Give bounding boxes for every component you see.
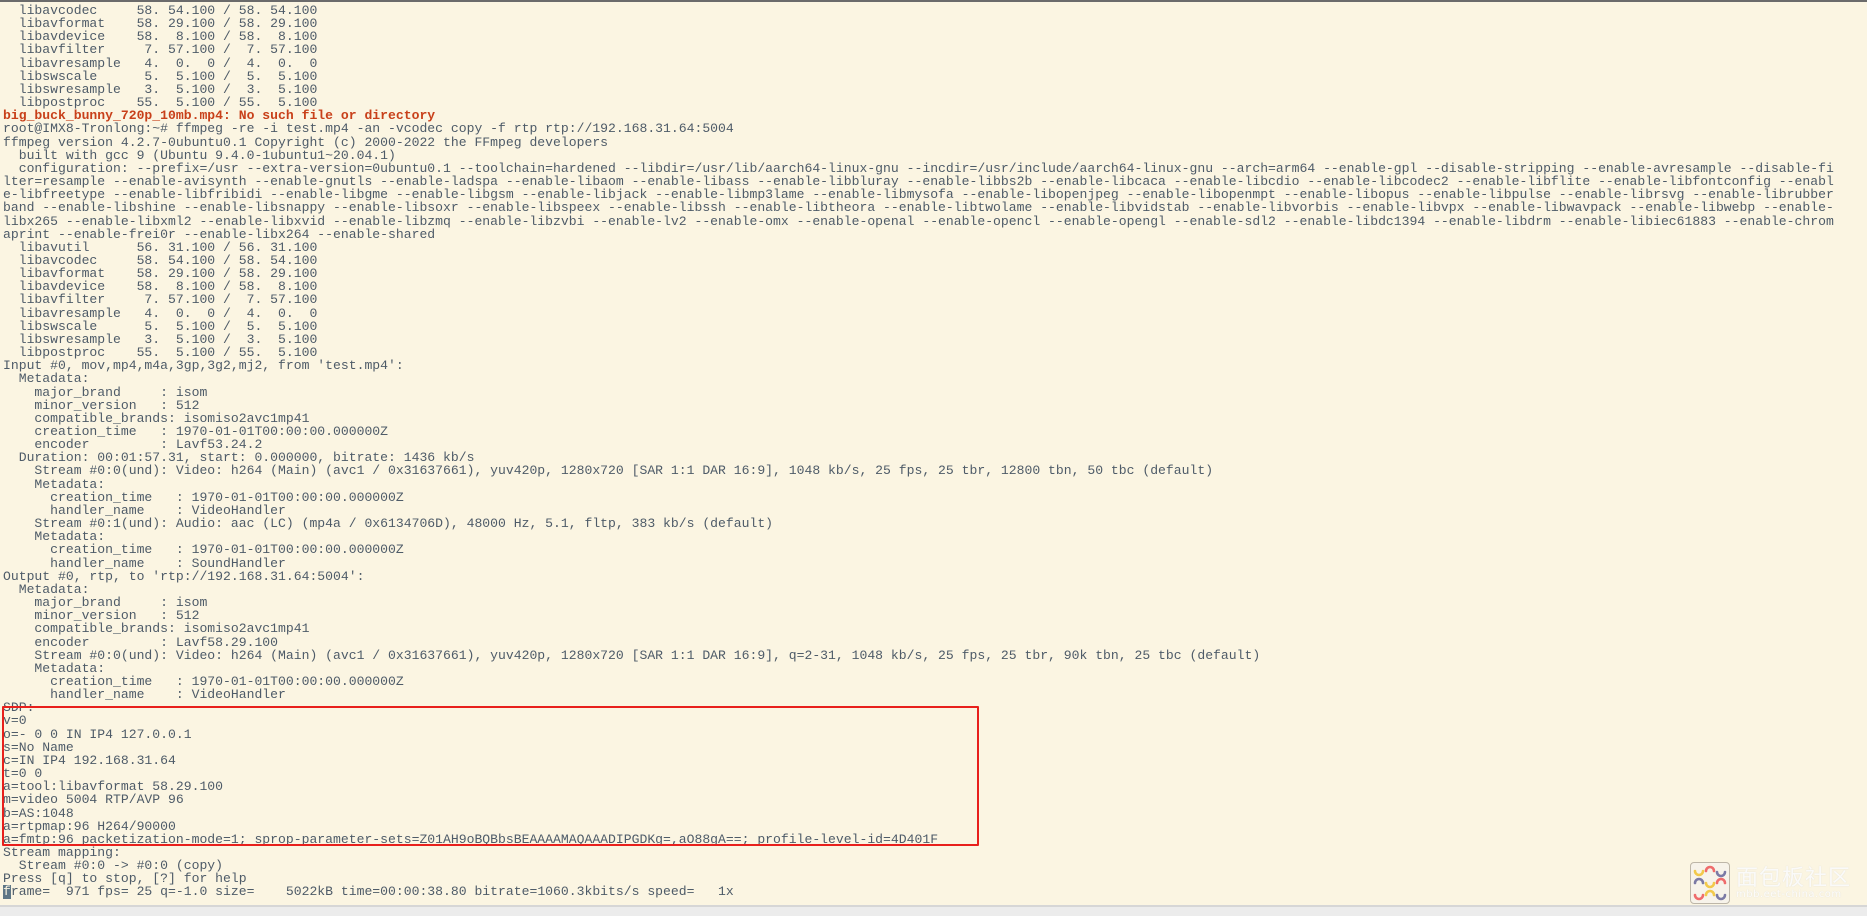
terminal-line: compatible_brands: isomiso2avc1mp41 [3, 411, 310, 425]
terminal-line: minor_version : 512 [3, 398, 200, 412]
terminal-line: libswresample 3. 5.100 / 3. 5.100 [3, 82, 318, 97]
terminal-line: configuration: --prefix=/usr --extra-ver… [3, 161, 1834, 176]
terminal-line: creation_time : 1970-01-01T00:00:00.0000… [3, 490, 404, 504]
terminal-line: libavformat 58. 29.100 / 58. 29.100 [3, 17, 318, 31]
terminal-line: compatible_brands: isomiso2avc1mp41 [3, 622, 310, 636]
terminal-line: major_brand : isom [3, 385, 208, 399]
terminal-line: Metadata: [3, 477, 106, 491]
terminal-line: handler_name : SoundHandler [3, 556, 286, 570]
terminal-line: aprint --enable-frei0r --enable-libx264 … [3, 227, 436, 241]
terminal-cursor: f [3, 885, 11, 899]
watermark-url: mbb.eet-china.com [1736, 889, 1842, 900]
terminal-line: libavdevice 58. 8.100 / 58. 8.100 [3, 30, 318, 44]
terminal-line: Stream #0:1(und): Audio: aac (LC) (mp4a … [3, 517, 774, 531]
error-line: big_buck_bunny_720p_10mb.mp4: No such fi… [3, 109, 436, 123]
terminal-line: Metadata: [3, 661, 106, 675]
terminal-line: creation_time : 1970-01-01T00:00:00.0000… [3, 543, 404, 557]
terminal-line: lter=resample --enable-avisynth --enable… [3, 175, 1834, 189]
terminal-line: encoder : Lavf58.29.100 [3, 635, 279, 649]
terminal-line: built with gcc 9 (Ubuntu 9.4.0-1ubuntu1~… [3, 148, 396, 162]
terminal-line: e-libfreetype --enable-libfribidi --enab… [3, 188, 1834, 202]
terminal-line: Press [q] to stop, [?] for help [3, 872, 247, 886]
terminal-line: handler_name : VideoHandler [3, 688, 286, 702]
terminal-line: libavdevice 58. 8.100 / 58. 8.100 [3, 280, 318, 294]
terminal-line: Output #0, rtp, to 'rtp://192.168.31.64:… [3, 569, 365, 583]
terminal-line: Metadata: [3, 372, 90, 386]
terminal-line: encoder : Lavf53.24.2 [3, 438, 263, 452]
terminal-line: major_brand : isom [3, 596, 208, 610]
terminal-line: creation_time : 1970-01-01T00:00:00.0000… [3, 674, 404, 689]
terminal-line: Stream #0:0(und): Video: h264 (Main) (av… [3, 464, 1214, 478]
terminal-line: libavformat 58. 29.100 / 58. 29.100 [3, 267, 318, 281]
window-bottom-border [0, 905, 1867, 916]
terminal-line: Metadata: [3, 530, 106, 544]
terminal-line: libswscale 5. 5.100 / 5. 5.100 [3, 319, 318, 333]
sdp-highlight-box [2, 706, 979, 846]
watermark-logo-icon [1690, 862, 1730, 904]
terminal-line: minor_version : 512 [3, 609, 200, 623]
terminal-line: Stream #0:0(und): Video: h264 (Main) (av… [3, 648, 1261, 662]
terminal-line: Duration: 00:01:57.31, start: 0.000000, … [3, 451, 475, 465]
terminal-line: root@IMX8-Tronlong:~# ffmpeg -re -i test… [3, 122, 734, 136]
terminal-line: libavcodec 58. 54.100 / 58. 54.100 [3, 253, 318, 268]
terminal-line: Stream mapping: [3, 846, 121, 860]
window-top-border [0, 0, 1867, 2]
terminal-line: creation_time : 1970-01-01T00:00:00.0000… [3, 425, 389, 439]
terminal-line: libswresample 3. 5.100 / 3. 5.100 [3, 332, 318, 347]
watermark-title: 面包板社区 [1736, 866, 1852, 891]
terminal-line: ffmpeg version 4.2.7-0ubuntu0.1 Copyrigh… [3, 135, 609, 149]
terminal-line: handler_name : VideoHandler [3, 503, 286, 518]
terminal-line: libavfilter 7. 57.100 / 7. 57.100 [3, 43, 318, 57]
terminal-line: Stream #0:0 -> #0:0 (copy) [3, 859, 224, 873]
terminal-line: libavfilter 7. 57.100 / 7. 57.100 [3, 293, 318, 307]
watermark: 面包板社区 mbb.eet-china.com [1690, 862, 1865, 904]
terminal-line: libswscale 5. 5.100 / 5. 5.100 [3, 69, 318, 83]
terminal-line: libavcodec 58. 54.100 / 58. 54.100 [3, 4, 318, 18]
terminal-line: libavresample 4. 0. 0 / 4. 0. 0 [3, 56, 318, 70]
terminal-line: libx265 --enable-libxml2 --enable-libxvi… [3, 214, 1834, 228]
terminal-line: libavresample 4. 0. 0 / 4. 0. 0 [3, 306, 318, 320]
terminal-line: Metadata: [3, 582, 90, 597]
terminal-line: libavutil 56. 31.100 / 56. 31.100 [3, 240, 318, 254]
terminal-line: frame= 971 fps= 25 q=-1.0 size= 5022kB t… [3, 885, 734, 899]
terminal-line: libpostproc 55. 5.100 / 55. 5.100 [3, 96, 318, 110]
terminal-line: Input #0, mov,mp4,m4a,3gp,3g2,mj2, from … [3, 359, 404, 373]
terminal-line: libpostproc 55. 5.100 / 55. 5.100 [3, 346, 318, 360]
terminal-line: band --enable-libshine --enable-libsnapp… [3, 201, 1834, 215]
